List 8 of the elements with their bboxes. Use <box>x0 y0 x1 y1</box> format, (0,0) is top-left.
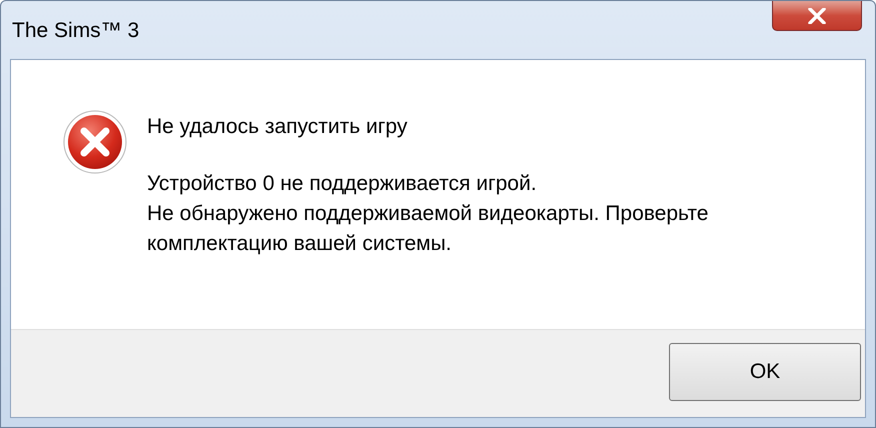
ok-button[interactable]: OK <box>669 342 861 400</box>
window-title: The Sims™ 3 <box>12 18 140 44</box>
error-heading: Не удалось запустить игру <box>147 114 408 140</box>
error-icon <box>63 110 127 174</box>
error-message: Устройство 0 не поддерживается игрой. <box>147 171 538 197</box>
error-message: Не обнаружено поддерживаемой видеокарты. Проверьте комплектацию вашей системы. <box>147 201 710 257</box>
close-icon <box>808 8 826 24</box>
close-button[interactable] <box>772 1 862 31</box>
